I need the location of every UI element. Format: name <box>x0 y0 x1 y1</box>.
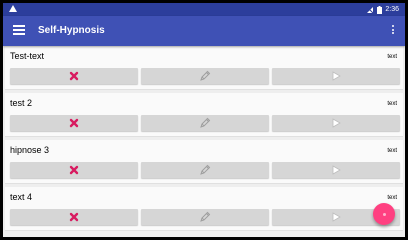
item-type: text <box>387 54 397 60</box>
pencil-edit-icon <box>199 117 211 129</box>
item-actions <box>10 209 400 225</box>
battery-icon <box>377 5 383 14</box>
item-actions <box>10 115 400 131</box>
item-type: text <box>387 101 397 107</box>
list-item[interactable]: test 2 text <box>5 93 403 137</box>
item-type: text <box>387 195 397 201</box>
pencil-edit-icon <box>199 164 211 176</box>
device-screen: 2:36 Self-Hypnosis Test-text text test 2 te… <box>3 3 405 237</box>
edit-button[interactable] <box>141 68 269 84</box>
play-button[interactable] <box>272 68 400 84</box>
edit-button[interactable] <box>141 209 269 225</box>
item-title: hipnose 3 <box>10 145 50 155</box>
edit-button[interactable] <box>141 162 269 178</box>
delete-button[interactable] <box>10 162 138 178</box>
add-fab-button[interactable] <box>373 203 395 225</box>
delete-button[interactable] <box>10 68 138 84</box>
more-vert-icon[interactable] <box>391 25 395 37</box>
app-bar: Self-Hypnosis <box>3 16 405 46</box>
play-icon <box>331 165 341 175</box>
item-title: text 4 <box>10 192 33 202</box>
list-item[interactable]: hipnose 3 text <box>5 140 403 184</box>
play-button[interactable] <box>272 162 400 178</box>
play-icon <box>331 212 341 222</box>
delete-button[interactable] <box>10 209 138 225</box>
item-title: Test-text <box>10 51 45 61</box>
app-title: Self-Hypnosis <box>38 25 105 36</box>
edit-button[interactable] <box>141 115 269 131</box>
item-title: test 2 <box>10 98 33 108</box>
play-icon <box>331 118 341 128</box>
play-button[interactable] <box>272 115 400 131</box>
warning-icon <box>9 5 17 12</box>
status-icons: 2:36 <box>366 5 399 14</box>
list-item[interactable]: text 4 text <box>5 187 403 231</box>
delete-x-icon <box>69 118 79 128</box>
pencil-edit-icon <box>199 211 211 223</box>
delete-button[interactable] <box>10 115 138 131</box>
no-sim-icon <box>367 6 374 13</box>
list-item[interactable]: Test-text text <box>5 46 403 90</box>
hamburger-menu-icon[interactable] <box>13 25 25 37</box>
status-time: 2:36 <box>385 6 399 13</box>
delete-x-icon <box>69 212 79 222</box>
pencil-edit-icon <box>199 70 211 82</box>
status-bar: 2:36 <box>3 3 405 16</box>
fab-ripple-dot <box>382 212 386 216</box>
item-actions <box>10 68 400 84</box>
delete-x-icon <box>69 165 79 175</box>
item-type: text <box>387 148 397 154</box>
item-actions <box>10 162 400 178</box>
delete-x-icon <box>69 71 79 81</box>
play-icon <box>331 71 341 81</box>
